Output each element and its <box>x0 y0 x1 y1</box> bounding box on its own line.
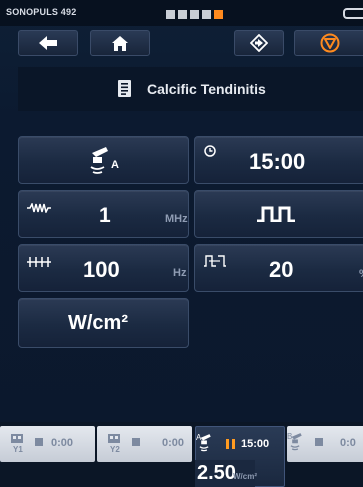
document-icon <box>118 80 131 97</box>
channel-y2[interactable]: Y2 0:00 <box>97 426 192 462</box>
duty-cycle-tile[interactable]: 20 % <box>194 244 363 292</box>
duty-cycle-value: 20 <box>269 257 294 282</box>
back-button[interactable] <box>18 30 78 56</box>
duty-cycle-unit: % <box>359 268 363 280</box>
ultrasound-a-icon <box>199 434 211 452</box>
time-value: 15:00 <box>249 149 306 174</box>
navigate-button[interactable] <box>234 30 284 56</box>
home-icon <box>112 35 128 51</box>
diamond-arrow-icon <box>250 34 268 52</box>
channel-a-intensity: 2.50 W/cm² <box>195 460 257 487</box>
ultrasound-head-icon <box>90 147 108 174</box>
home-button[interactable] <box>90 30 150 56</box>
session-progress <box>166 10 224 19</box>
channel-a-time: 15:00 <box>241 438 270 450</box>
mode-tile[interactable] <box>194 190 363 238</box>
frequency-tile[interactable]: 1 MHz <box>18 190 189 238</box>
svg-text:Y1: Y1 <box>13 445 23 453</box>
stop-triangle-icon <box>320 33 340 53</box>
channel-a-value: 2.50 <box>197 462 236 484</box>
arrow-left-icon <box>39 36 57 50</box>
channel-y1[interactable]: Y1 0:00 <box>0 426 95 462</box>
pause-icon <box>232 439 235 449</box>
channel-y2-time: 0:00 <box>162 437 185 449</box>
stop-indicator <box>35 438 43 446</box>
applicator-tile[interactable]: A <box>18 136 189 184</box>
battery-icon <box>343 8 363 19</box>
screen: SONOPULS 492 Calcific Tendinitis A 15:00… <box>0 0 363 487</box>
progress-step-3 <box>190 10 199 19</box>
program-title: Calcific Tendinitis <box>147 81 266 97</box>
progress-step-4 <box>202 10 211 19</box>
stop-indicator <box>315 438 323 446</box>
channel-b-time: 0:0 <box>340 437 356 449</box>
progress-step-1 <box>166 10 175 19</box>
clock-icon <box>204 145 216 157</box>
intensity-tile[interactable]: W/cm² <box>18 298 189 348</box>
electrode-y2-icon: Y2 <box>108 434 120 453</box>
progress-step-2 <box>178 10 187 19</box>
electrode-y1-icon: Y1 <box>11 434 23 453</box>
progress-step-5 <box>214 10 223 19</box>
pause-icon <box>226 439 229 449</box>
pulse-frequency-tile[interactable]: 100 Hz <box>18 244 189 292</box>
frequency-value: 1 <box>99 204 111 227</box>
duty-cycle-icon <box>204 255 226 267</box>
device-name: SONOPULS 492 <box>6 7 77 17</box>
pulse-frequency-unit: Hz <box>173 267 187 279</box>
frequency-unit: MHz <box>165 213 188 225</box>
intensity-unit: W/cm² <box>68 312 128 334</box>
ultrasound-b-icon <box>290 433 302 451</box>
time-tile[interactable]: 15:00 <box>194 136 363 184</box>
pulse-icon <box>257 206 295 222</box>
pulse-frequency-value: 100 <box>83 257 120 282</box>
channel-a-unit: W/cm² <box>233 472 257 481</box>
stop-indicator <box>132 438 140 446</box>
wave-icon <box>27 203 51 213</box>
pulse-train-icon <box>27 257 51 267</box>
program-header: Calcific Tendinitis <box>18 67 363 111</box>
status-bar: SONOPULS 492 <box>0 0 363 26</box>
applicator-label: A <box>111 159 119 171</box>
stop-button[interactable] <box>294 30 363 56</box>
svg-text:Y2: Y2 <box>110 445 120 453</box>
channel-b[interactable]: B 0:0 <box>287 426 363 462</box>
channel-y1-time: 0:00 <box>51 437 74 449</box>
